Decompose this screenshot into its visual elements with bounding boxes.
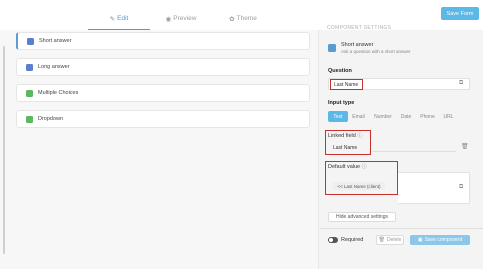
input-type-url[interactable]: URL <box>440 111 457 122</box>
input-type-email[interactable]: Email <box>348 111 369 122</box>
component-label: Long answer <box>38 64 70 70</box>
dropdown-icon <box>26 115 33 123</box>
tab-edit-label: Edit <box>117 15 129 22</box>
question-value: Last Name <box>334 81 359 88</box>
tab-preview[interactable]: ◉ Preview <box>150 12 212 30</box>
delete-button[interactable]: 🗑 Delete <box>376 235 404 245</box>
info-icon: ⓘ <box>357 133 363 139</box>
default-value-label: Default value ⓘ <box>328 163 367 170</box>
default-value-tag[interactable]: << Last Name (client) <box>333 182 385 190</box>
panel-header: COMPONENT SETTINGS <box>327 25 392 31</box>
save-component-label: Save component <box>424 237 463 243</box>
checkbox-icon <box>26 89 33 97</box>
linked-field-underline <box>372 151 456 152</box>
component-label: Multiple Choices <box>38 90 79 96</box>
linked-field-label: Linked field ⓘ <box>328 132 362 139</box>
tab-theme-label: Theme <box>236 15 257 22</box>
save-icon: ▣ <box>417 237 423 243</box>
long-answer-icon <box>26 63 33 71</box>
question-label: Question <box>328 68 352 74</box>
component-description: Ask a question with a short answer <box>341 49 411 54</box>
translate-icon[interactable]: ⧉ <box>459 184 463 191</box>
top-bar: ✎ Edit ◉ Preview ✿ Theme Save Form <box>0 0 483 30</box>
editor-tabs: ✎ Edit ◉ Preview ✿ Theme <box>88 12 274 30</box>
input-type-phone[interactable]: Phone <box>415 111 440 122</box>
scrollbar[interactable] <box>3 46 5 254</box>
component-card-dropdown[interactable]: Dropdown <box>16 110 310 128</box>
default-value-label-text: Default value <box>328 164 361 170</box>
component-card-long-answer[interactable]: Long answer <box>16 58 310 76</box>
component-label: Dropdown <box>38 116 64 122</box>
component-title: Short answer <box>341 42 374 48</box>
delete-label: Delete <box>386 237 402 243</box>
component-card-short-answer[interactable]: Short answer <box>16 32 310 50</box>
tab-preview-label: Preview <box>173 15 197 22</box>
tab-theme[interactable]: ✿ Theme <box>212 12 274 30</box>
pencil-icon: ✎ <box>109 16 116 23</box>
input-type-date[interactable]: Date <box>397 111 415 122</box>
input-type-text[interactable]: Text <box>328 111 348 122</box>
component-label: Short answer <box>39 38 72 44</box>
linked-field-value[interactable]: Last Name <box>333 145 357 151</box>
component-card-multiple-choices[interactable]: Multiple Choices <box>16 84 310 102</box>
info-icon: ⓘ <box>361 164 367 170</box>
linked-field-label-text: Linked field <box>328 133 356 139</box>
short-answer-icon <box>328 44 336 52</box>
required-toggle[interactable] <box>328 237 338 243</box>
input-type-selector: Text Email Number Date Phone URL <box>328 111 457 122</box>
input-type-number[interactable]: Number <box>369 111 397 122</box>
divider <box>320 228 483 229</box>
input-type-label: Input type <box>328 100 355 106</box>
save-component-button[interactable]: ▣ Save component <box>410 235 470 245</box>
hide-advanced-settings-button[interactable]: Hide advanced settings <box>328 212 396 222</box>
short-answer-icon <box>27 37 34 45</box>
trash-icon[interactable]: 🗑 <box>461 143 469 150</box>
question-input[interactable]: Last Name <box>330 79 363 90</box>
palette-icon: ✿ <box>229 16 235 23</box>
required-label: Required <box>341 237 364 243</box>
translate-icon[interactable]: ⧉ <box>459 80 463 87</box>
save-form-button[interactable]: Save Form <box>441 7 479 20</box>
eye-icon: ◉ <box>165 16 172 23</box>
trash-icon: 🗑 <box>378 237 385 243</box>
tab-edit[interactable]: ✎ Edit <box>88 12 150 30</box>
